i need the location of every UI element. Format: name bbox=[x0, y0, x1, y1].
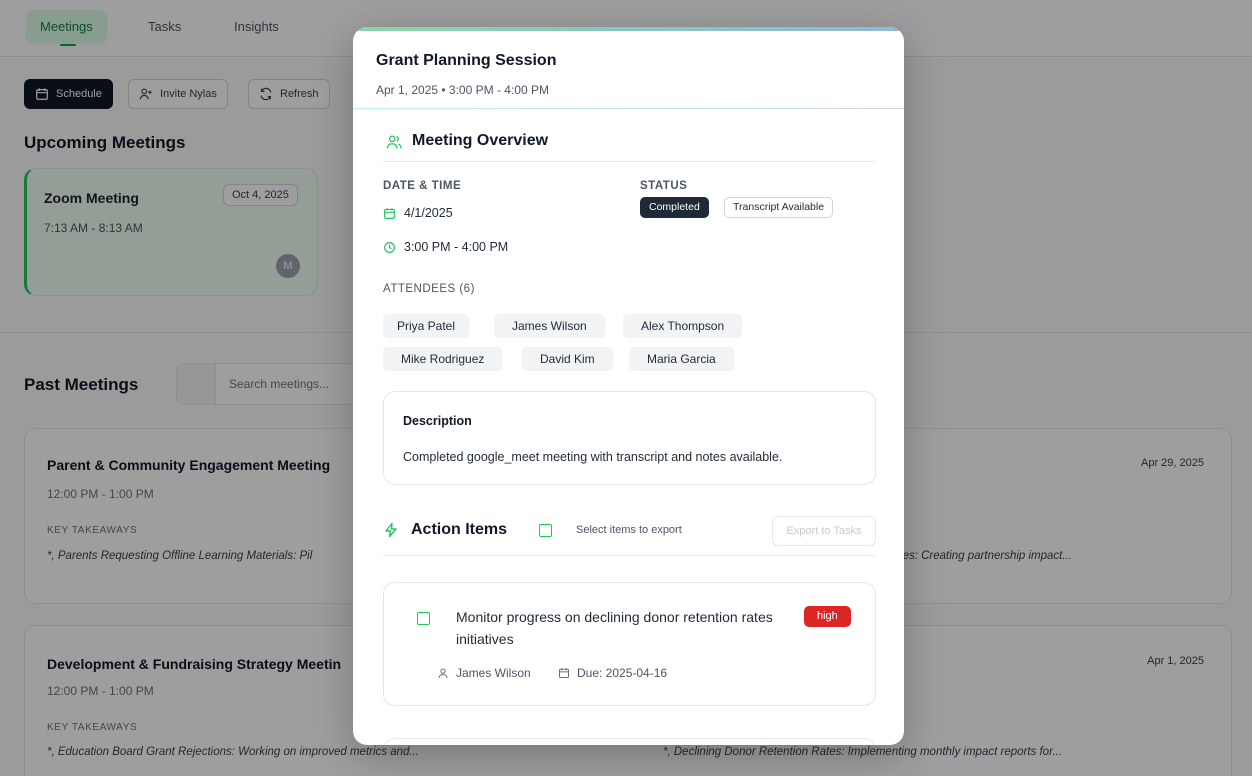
zap-icon bbox=[385, 522, 397, 538]
calendar-icon bbox=[558, 668, 570, 679]
meeting-date-text: 4/1/2025 bbox=[404, 206, 453, 220]
meeting-time: 3:00 PM - 4:00 PM bbox=[383, 240, 508, 254]
meeting-time-text: 3:00 PM - 4:00 PM bbox=[404, 240, 509, 254]
action-item-due: Due: 2025-04-16 bbox=[558, 666, 667, 680]
description-card: Description Completed google_meet meetin… bbox=[383, 391, 876, 485]
action-item-assignee: James Wilson bbox=[437, 666, 531, 680]
action-items-heading: Action Items bbox=[411, 521, 508, 538]
select-all-checkbox[interactable] bbox=[539, 524, 552, 537]
attendee-chip: Alex Thompson bbox=[623, 314, 743, 338]
modal-title: Grant Planning Session bbox=[376, 52, 557, 69]
description-text: Completed google_meet meeting with trans… bbox=[403, 450, 783, 464]
modal-accent-bar bbox=[353, 27, 904, 31]
overview-heading: Meeting Overview bbox=[412, 132, 549, 149]
attendee-chip: Mike Rodriguez bbox=[383, 347, 503, 371]
action-item-checkbox[interactable] bbox=[417, 612, 430, 625]
attendee-chip: James Wilson bbox=[494, 314, 605, 338]
attendee-chip: Priya Patel bbox=[383, 314, 470, 338]
date-time-label: DATE & TIME bbox=[383, 180, 462, 192]
select-items-note: Select items to export bbox=[576, 524, 682, 536]
modal-header-divider bbox=[353, 108, 904, 109]
meeting-date: 4/1/2025 bbox=[383, 206, 453, 220]
action-item-card: Monitor progress on declining donor rete… bbox=[383, 582, 876, 706]
assignee-name: James Wilson bbox=[456, 666, 531, 680]
attendee-chip: David Kim bbox=[522, 347, 613, 371]
transcript-badge: Transcript Available bbox=[724, 197, 834, 218]
calendar-icon bbox=[384, 207, 395, 219]
export-to-tasks-button[interactable]: Export to Tasks bbox=[772, 516, 876, 546]
users-icon bbox=[386, 135, 402, 149]
user-icon bbox=[438, 668, 448, 679]
meeting-detail-modal: Grant Planning Session Apr 1, 2025 • 3:0… bbox=[353, 27, 904, 745]
due-date: Due: 2025-04-16 bbox=[577, 666, 668, 680]
status-badge: Completed bbox=[640, 197, 709, 218]
overview-divider bbox=[383, 161, 875, 162]
action-item-title: Monitor progress on declining donor rete… bbox=[456, 609, 773, 647]
priority-badge: high bbox=[804, 606, 851, 627]
description-heading: Description bbox=[403, 414, 472, 428]
action-item-card-partial bbox=[383, 738, 876, 745]
attendee-chip: Maria Garcia bbox=[629, 347, 734, 371]
status-label: STATUS bbox=[640, 180, 688, 192]
action-items-divider bbox=[383, 555, 875, 556]
clock-icon bbox=[384, 241, 395, 253]
attendees-label: ATTENDEES (6) bbox=[383, 283, 475, 295]
modal-subtitle: Apr 1, 2025 • 3:00 PM - 4:00 PM bbox=[376, 83, 549, 97]
